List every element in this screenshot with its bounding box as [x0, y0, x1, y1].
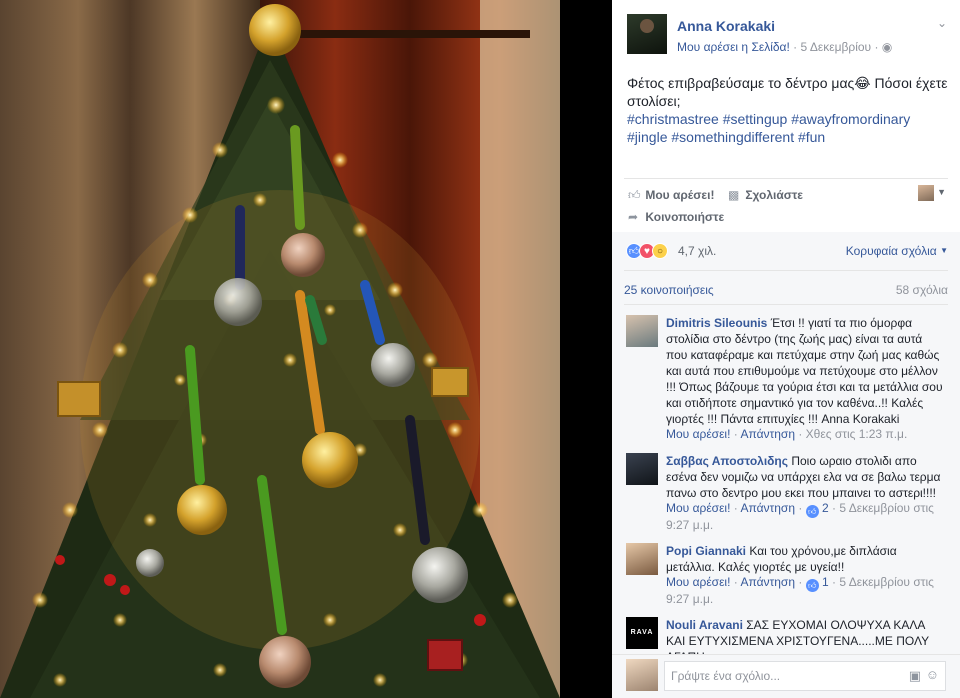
smiley-icon[interactable]: ☺: [926, 667, 939, 682]
comment-input-box[interactable]: ▣ ☺: [664, 661, 946, 691]
commenter-avatar[interactable]: RAVA: [626, 617, 658, 649]
share-arrow-icon: ➦: [628, 210, 639, 224]
post-actions: 👍︎ Μου αρέσει! ▩ Σχολιάστε ➦ Κοινοποιήστ…: [624, 178, 948, 232]
avatar-text: RAVA: [630, 629, 654, 636]
speech-bubble-icon: ▩: [728, 188, 740, 202]
commenter-avatar[interactable]: [626, 453, 658, 485]
commenter-avatar[interactable]: [626, 543, 658, 575]
comment-reply-link[interactable]: Απάντηση: [740, 427, 795, 441]
comment-input[interactable]: [665, 662, 865, 690]
commenter-name[interactable]: Dimitris Sileounis: [666, 316, 767, 330]
post-date[interactable]: 5 Δεκεμβρίου: [801, 40, 872, 54]
post-side-panel: Anna Korakaki Μου αρέσει η Σελίδα! · 5 Δ…: [612, 0, 960, 698]
comment-composer: ▣ ☺: [612, 654, 960, 698]
share-button[interactable]: ➦ Κοινοποιήστε: [628, 210, 724, 224]
comment-like-link[interactable]: Μου αρέσει!: [666, 427, 730, 441]
comment-button-label: Σχολιάστε: [745, 188, 803, 202]
chevron-down-icon[interactable]: ⌄: [937, 16, 947, 30]
comment-like-count[interactable]: 2: [822, 501, 829, 515]
post-meta: Μου αρέσει η Σελίδα! · 5 Δεκεμβρίου · ◉: [677, 40, 892, 54]
comment-body: Dimitris Sileounis Έτσι !! γιατί τα πιο …: [666, 315, 944, 442]
comment-meta: Μου αρέσει! · Απάντηση · 👍︎ 1 · 5 Δεκεμβ…: [666, 575, 934, 606]
globe-icon: ◉: [881, 40, 893, 54]
comment-like-count[interactable]: 1: [822, 575, 829, 589]
comment-body: Popi Giannaki Και του χρόνου,με διπλάσια…: [666, 543, 944, 607]
comments-count[interactable]: 58 σχόλια: [896, 283, 948, 297]
shares-count[interactable]: 25 κοινοποιήσεις: [624, 283, 714, 297]
post-text: Φέτος επιβραβεύσαμε το δέντρο μας😂 Πόσοι…: [627, 75, 948, 109]
comment-meta: Μου αρέσει! · Απάντηση · 👍︎ 2 · 5 Δεκεμβ…: [666, 501, 934, 532]
comment-like-link[interactable]: Μου αρέσει!: [666, 575, 730, 589]
meta-separator-2: ·: [874, 40, 879, 54]
top-comments-label: Κορυφαία σχόλια: [845, 244, 937, 258]
post-photo[interactable]: [0, 0, 560, 698]
thumbs-up-icon: 👍︎: [628, 188, 641, 202]
commenter-name[interactable]: Nouli Aravani: [666, 618, 743, 632]
comment-reply-link[interactable]: Απάντηση: [740, 575, 795, 589]
post-message: Φέτος επιβραβεύσαμε το δέντρο μας😂 Πόσοι…: [627, 74, 949, 146]
post-hashtags[interactable]: #christmastree #settingup #awayfromordin…: [627, 111, 910, 145]
camera-icon[interactable]: ▣: [909, 668, 921, 684]
viewer-avatar[interactable]: [918, 185, 934, 201]
comment-like-link[interactable]: Μου αρέσει!: [666, 501, 730, 515]
thumbs-up-icon: 👍︎: [805, 505, 819, 518]
wow-reaction-icon[interactable]: ○: [652, 243, 668, 259]
author-name[interactable]: Anna Korakaki: [677, 18, 775, 34]
reaction-count[interactable]: 4,7 χιλ.: [678, 244, 716, 258]
comments-list: Dimitris Sileounis Έτσι !! γιατί τα πιο …: [624, 304, 948, 664]
like-button-label: Μου αρέσει!: [645, 188, 715, 202]
post-header: Anna Korakaki Μου αρέσει η Σελίδα! · 5 Δ…: [627, 14, 947, 56]
post-stats: 25 κοινοποιήσεις 58 σχόλια: [624, 270, 948, 297]
christmas-tree-photo: [0, 0, 560, 698]
author-avatar[interactable]: [627, 14, 667, 54]
viewer-avatar: [626, 659, 658, 691]
like-button[interactable]: 👍︎ Μου αρέσει!: [628, 188, 714, 203]
comment-body: Σαββας Αποστολιδης Ποιο ωραιο στολιδι απ…: [666, 453, 944, 533]
photo-panel-gap: [560, 0, 612, 698]
commenter-name[interactable]: Σαββας Αποστολιδης: [666, 454, 788, 468]
comment-text: Έτσι !! γιατί τα πιο όμορφα στολίδια στο…: [666, 316, 943, 426]
comment-time[interactable]: Χθες στις 1:23 π.μ.: [806, 427, 908, 441]
share-button-label: Κοινοποιήστε: [645, 210, 725, 224]
meta-separator: ·: [793, 40, 798, 54]
comment-meta: Μου αρέσει! · Απάντηση · Χθες στις 1:23 …: [666, 427, 908, 441]
caret-down-icon: ▼: [940, 246, 948, 255]
thumbs-up-icon: 👍︎: [805, 579, 819, 592]
commenter-name[interactable]: Popi Giannaki: [666, 544, 746, 558]
comment-reply-link[interactable]: Απάντηση: [740, 501, 795, 515]
comment-button[interactable]: ▩ Σχολιάστε: [728, 188, 803, 202]
caret-down-icon[interactable]: ▼: [937, 187, 946, 197]
like-page-link[interactable]: Μου αρέσει η Σελίδα!: [677, 40, 790, 54]
commenter-avatar[interactable]: [626, 315, 658, 347]
top-comments-dropdown[interactable]: Κορυφαία σχόλια ▼: [846, 244, 948, 258]
reactions-bar: 👍︎ ♥ ○ 4,7 χιλ. Κορυφαία σχόλια ▼: [626, 242, 948, 262]
